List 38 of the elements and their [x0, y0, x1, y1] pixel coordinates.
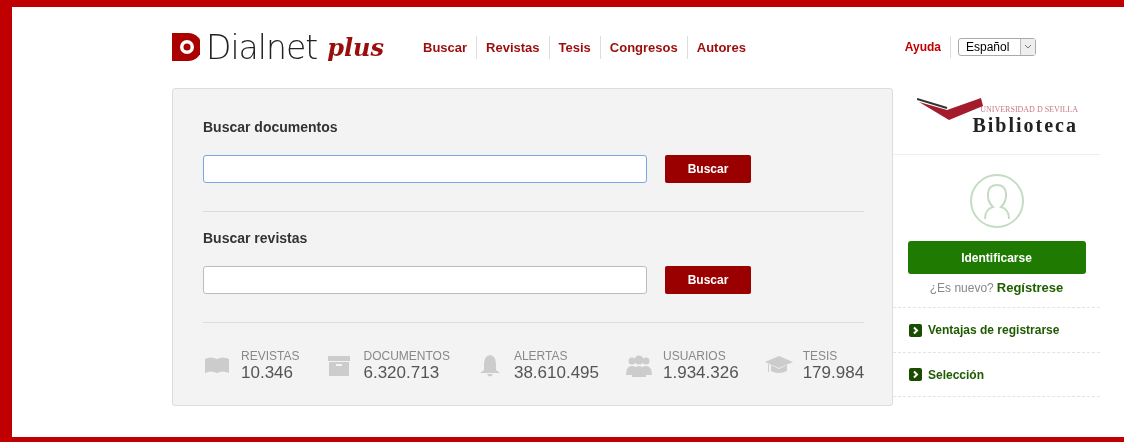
logo-icon: [172, 33, 200, 61]
library-name: Biblioteca: [972, 114, 1078, 137]
stat-label: USUARIOS: [663, 349, 727, 363]
nav-link[interactable]: Buscar: [414, 35, 477, 59]
search-field[interactable]: [203, 266, 647, 294]
chevron-icon: [909, 323, 922, 337]
search-field[interactable]: [203, 155, 647, 183]
sidebar-link[interactable]: Selección: [928, 367, 985, 382]
new-user-prompt: ¿Es nuevo?: [929, 281, 994, 295]
nav-link[interactable]: Autores: [686, 35, 755, 59]
stat-label: DOCUMENTOS: [363, 349, 450, 363]
search-button[interactable]: Buscar: [665, 266, 751, 294]
users-icon: [625, 353, 653, 379]
avatar-icon: [968, 173, 1025, 229]
stat-label: TESIS: [802, 349, 839, 363]
section-title: Buscar documentos: [203, 119, 339, 135]
nav-link[interactable]: Tesis: [548, 35, 600, 59]
language-select[interactable]: Español: [958, 38, 1036, 56]
logo-suffix: plus: [327, 32, 384, 62]
stat-value: 1.934.326: [663, 363, 739, 383]
register-link[interactable]: Regístrese: [996, 280, 1064, 295]
search-button[interactable]: Buscar: [665, 155, 751, 183]
nav-link[interactable]: Congresos: [599, 35, 687, 59]
stat-value: 179.984: [802, 363, 865, 383]
stat-label: ALERTAS: [513, 349, 569, 363]
nav-link[interactable]: Revistas: [476, 35, 549, 59]
logo-text: Dialnet: [206, 27, 318, 67]
stat-value: 10.346: [241, 363, 294, 383]
login-button[interactable]: Identificarse: [907, 241, 1086, 274]
stat-label: REVISTAS: [241, 349, 300, 363]
help-link[interactable]: Ayuda: [904, 36, 951, 58]
caret-icon: [1020, 39, 1035, 55]
chevron-icon: [909, 368, 922, 381]
section-title: Buscar revistas: [203, 230, 309, 246]
stat-value: 6.320.713: [363, 363, 441, 383]
library-caption: UNIVERSIDAD D SEVILLA: [980, 105, 1078, 114]
sidebar-link[interactable]: Ventajas de registrarse: [928, 323, 1060, 337]
stat-value: 38.610.495: [513, 363, 599, 383]
